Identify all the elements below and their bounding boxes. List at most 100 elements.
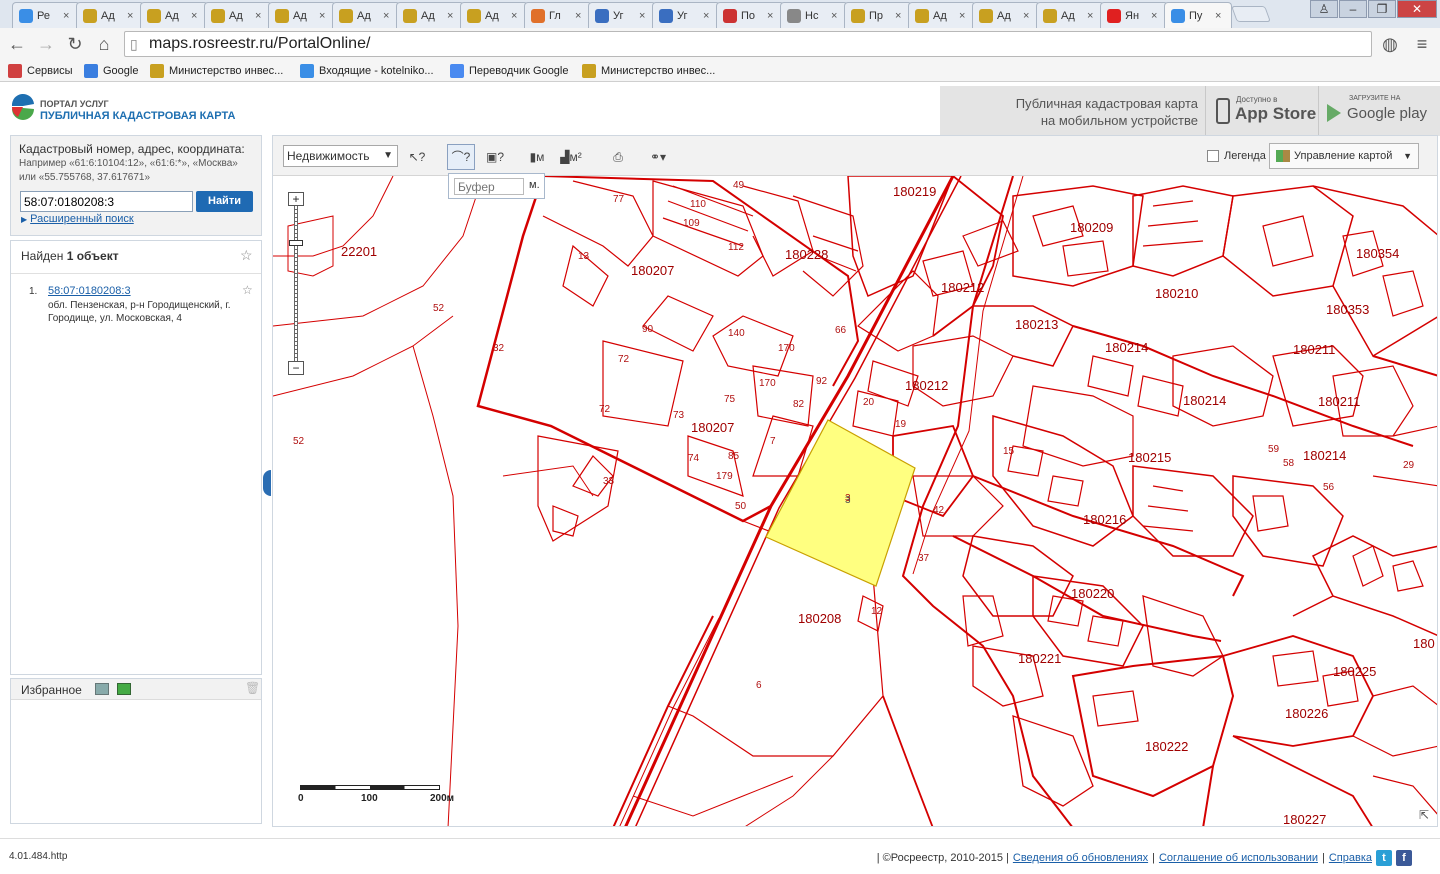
import-icon[interactable] xyxy=(95,683,109,695)
bookmark-item[interactable]: Министерство инвес... xyxy=(582,63,715,79)
parcel-label: 19 xyxy=(895,419,907,430)
star-icon[interactable]: ☆ xyxy=(240,247,253,264)
google-play-button[interactable]: ЗАГРУЗИТЕ НА Google play xyxy=(1318,86,1440,136)
user-button[interactable]: ♙ xyxy=(1310,0,1338,18)
parcel-label: 37 xyxy=(918,553,930,564)
bookmark-item[interactable]: Google xyxy=(84,63,138,79)
close-window-button[interactable]: ✕ xyxy=(1397,0,1437,18)
home-button[interactable]: ⌂ xyxy=(92,32,116,56)
shield-icon xyxy=(595,8,609,23)
zoom-track[interactable] xyxy=(294,206,298,361)
address-bar[interactable]: ▯ maps.rosreestr.ru/PortalOnline/ xyxy=(124,31,1372,57)
app-store-button[interactable]: Доступно в App Store xyxy=(1205,86,1317,136)
browser-tab[interactable]: Ад × xyxy=(460,2,528,28)
restore-button[interactable]: ❐ xyxy=(1368,0,1396,18)
shield-icon xyxy=(659,8,673,23)
browser-tab[interactable]: Ад × xyxy=(76,2,144,28)
collapse-panel-handle[interactable] xyxy=(263,470,271,496)
zoom-in-button[interactable]: + xyxy=(288,192,304,206)
close-tab-icon[interactable]: × xyxy=(1151,10,1163,22)
parcel-label: 170 xyxy=(778,343,795,354)
info-tool[interactable]: ▣? xyxy=(481,144,509,170)
close-tab-icon[interactable]: × xyxy=(1215,10,1227,22)
search-button[interactable]: Найти xyxy=(196,191,253,212)
close-tab-icon[interactable]: × xyxy=(511,10,523,22)
identify-tool[interactable]: ↖? xyxy=(403,144,431,170)
print-tool[interactable]: ⎙ xyxy=(604,144,632,170)
help-link[interactable]: Справка xyxy=(1329,852,1372,864)
close-tab-icon[interactable]: × xyxy=(575,10,587,22)
browser-tab[interactable]: Ре × xyxy=(12,2,80,28)
legend-checkbox[interactable] xyxy=(1207,150,1219,162)
close-tab-icon[interactable]: × xyxy=(191,10,203,22)
result-cadastral-link[interactable]: 58:07:0180208:3 xyxy=(48,285,131,297)
measure-length-tool[interactable]: ▮м xyxy=(523,144,551,170)
menu-icon[interactable]: ≡ xyxy=(1410,32,1434,56)
browser-tab[interactable]: Ян × xyxy=(1100,2,1168,28)
search-input[interactable] xyxy=(20,191,193,212)
excel-export-icon[interactable] xyxy=(117,683,131,695)
close-tab-icon[interactable]: × xyxy=(127,10,139,22)
close-tab-icon[interactable]: × xyxy=(447,10,459,22)
bookmark-item[interactable]: Переводчик Google xyxy=(450,63,569,79)
close-tab-icon[interactable]: × xyxy=(383,10,395,22)
bookmark-item[interactable]: Сервисы xyxy=(8,63,73,79)
close-tab-icon[interactable]: × xyxy=(703,10,715,22)
bookmark-item[interactable]: Входящие - kotelniko... xyxy=(300,63,434,79)
browser-tab[interactable]: Ад × xyxy=(908,2,976,28)
buffer-input[interactable] xyxy=(454,178,524,195)
reload-button[interactable]: ↻ xyxy=(63,32,87,56)
browser-tab[interactable]: Уг × xyxy=(652,2,720,28)
close-tab-icon[interactable]: × xyxy=(1087,10,1099,22)
browser-tab[interactable]: Ад × xyxy=(204,2,272,28)
cadastral-map[interactable]: 22201525232771318020718020749110109112 18… xyxy=(273,176,1438,827)
browser-tab[interactable]: Ад × xyxy=(396,2,464,28)
measure-area-tool[interactable]: ▟м² xyxy=(557,144,585,170)
facebook-icon[interactable]: f xyxy=(1396,850,1412,866)
layer-select[interactable]: Недвижимость ▼ xyxy=(283,145,398,167)
updates-link[interactable]: Сведения об обновлениях xyxy=(1013,852,1148,864)
browser-tab[interactable]: Гл × xyxy=(524,2,592,28)
map-control-dropdown[interactable]: Управление картой ▼ xyxy=(1269,143,1419,169)
close-tab-icon[interactable]: × xyxy=(639,10,651,22)
new-tab-button[interactable] xyxy=(1231,6,1271,22)
zoom-thumb[interactable] xyxy=(289,240,303,246)
tab-title: Уг xyxy=(613,9,624,22)
trash-icon[interactable]: 🗑 xyxy=(245,681,260,695)
browser-tab[interactable]: Ад × xyxy=(332,2,400,28)
parcel-label: 180222 xyxy=(1145,739,1188,754)
link-tool[interactable]: ⚭▾ xyxy=(639,144,677,170)
browser-tab[interactable]: Уг × xyxy=(588,2,656,28)
zoom-out-button[interactable]: − xyxy=(288,361,304,375)
minimize-button[interactable]: – xyxy=(1339,0,1367,18)
tab-title: Ад xyxy=(1061,9,1075,22)
close-tab-icon[interactable]: × xyxy=(255,10,267,22)
browser-tab[interactable]: Пу × xyxy=(1164,2,1232,28)
browser-tab[interactable]: Ад × xyxy=(1036,2,1104,28)
browser-tab[interactable]: По × xyxy=(716,2,784,28)
close-tab-icon[interactable]: × xyxy=(767,10,779,22)
close-tab-icon[interactable]: × xyxy=(63,10,75,22)
close-tab-icon[interactable]: × xyxy=(959,10,971,22)
browser-tab[interactable]: Нс × xyxy=(780,2,848,28)
portal-logo-icon xyxy=(11,93,34,120)
browser-tab[interactable]: Пр × xyxy=(844,2,912,28)
browser-tab[interactable]: Ад × xyxy=(972,2,1040,28)
close-tab-icon[interactable]: × xyxy=(895,10,907,22)
advanced-search-link[interactable]: ▶ Расширенный поиск xyxy=(21,213,134,225)
bookmark-item[interactable]: Министерство инвес... xyxy=(150,63,283,79)
site-title[interactable]: ПУБЛИЧНАЯ КАДАСТРОВАЯ КАРТА xyxy=(40,110,235,122)
browser-tab[interactable]: Ад × xyxy=(140,2,208,28)
back-button[interactable]: ← xyxy=(5,32,29,56)
area-select-tool[interactable]: ⌒? xyxy=(447,144,475,170)
agreement-link[interactable]: Соглашение об использовании xyxy=(1159,852,1318,864)
forward-button[interactable]: → xyxy=(34,32,58,56)
result-star-icon[interactable]: ☆ xyxy=(242,283,253,297)
close-tab-icon[interactable]: × xyxy=(831,10,843,22)
close-tab-icon[interactable]: × xyxy=(1023,10,1035,22)
resize-corner-icon[interactable]: ⇱ xyxy=(1419,808,1429,822)
browser-tab[interactable]: Ад × xyxy=(268,2,336,28)
twitter-icon[interactable]: t xyxy=(1376,850,1392,866)
close-tab-icon[interactable]: × xyxy=(319,10,331,22)
globe-icon[interactable]: ◍ xyxy=(1378,32,1402,56)
